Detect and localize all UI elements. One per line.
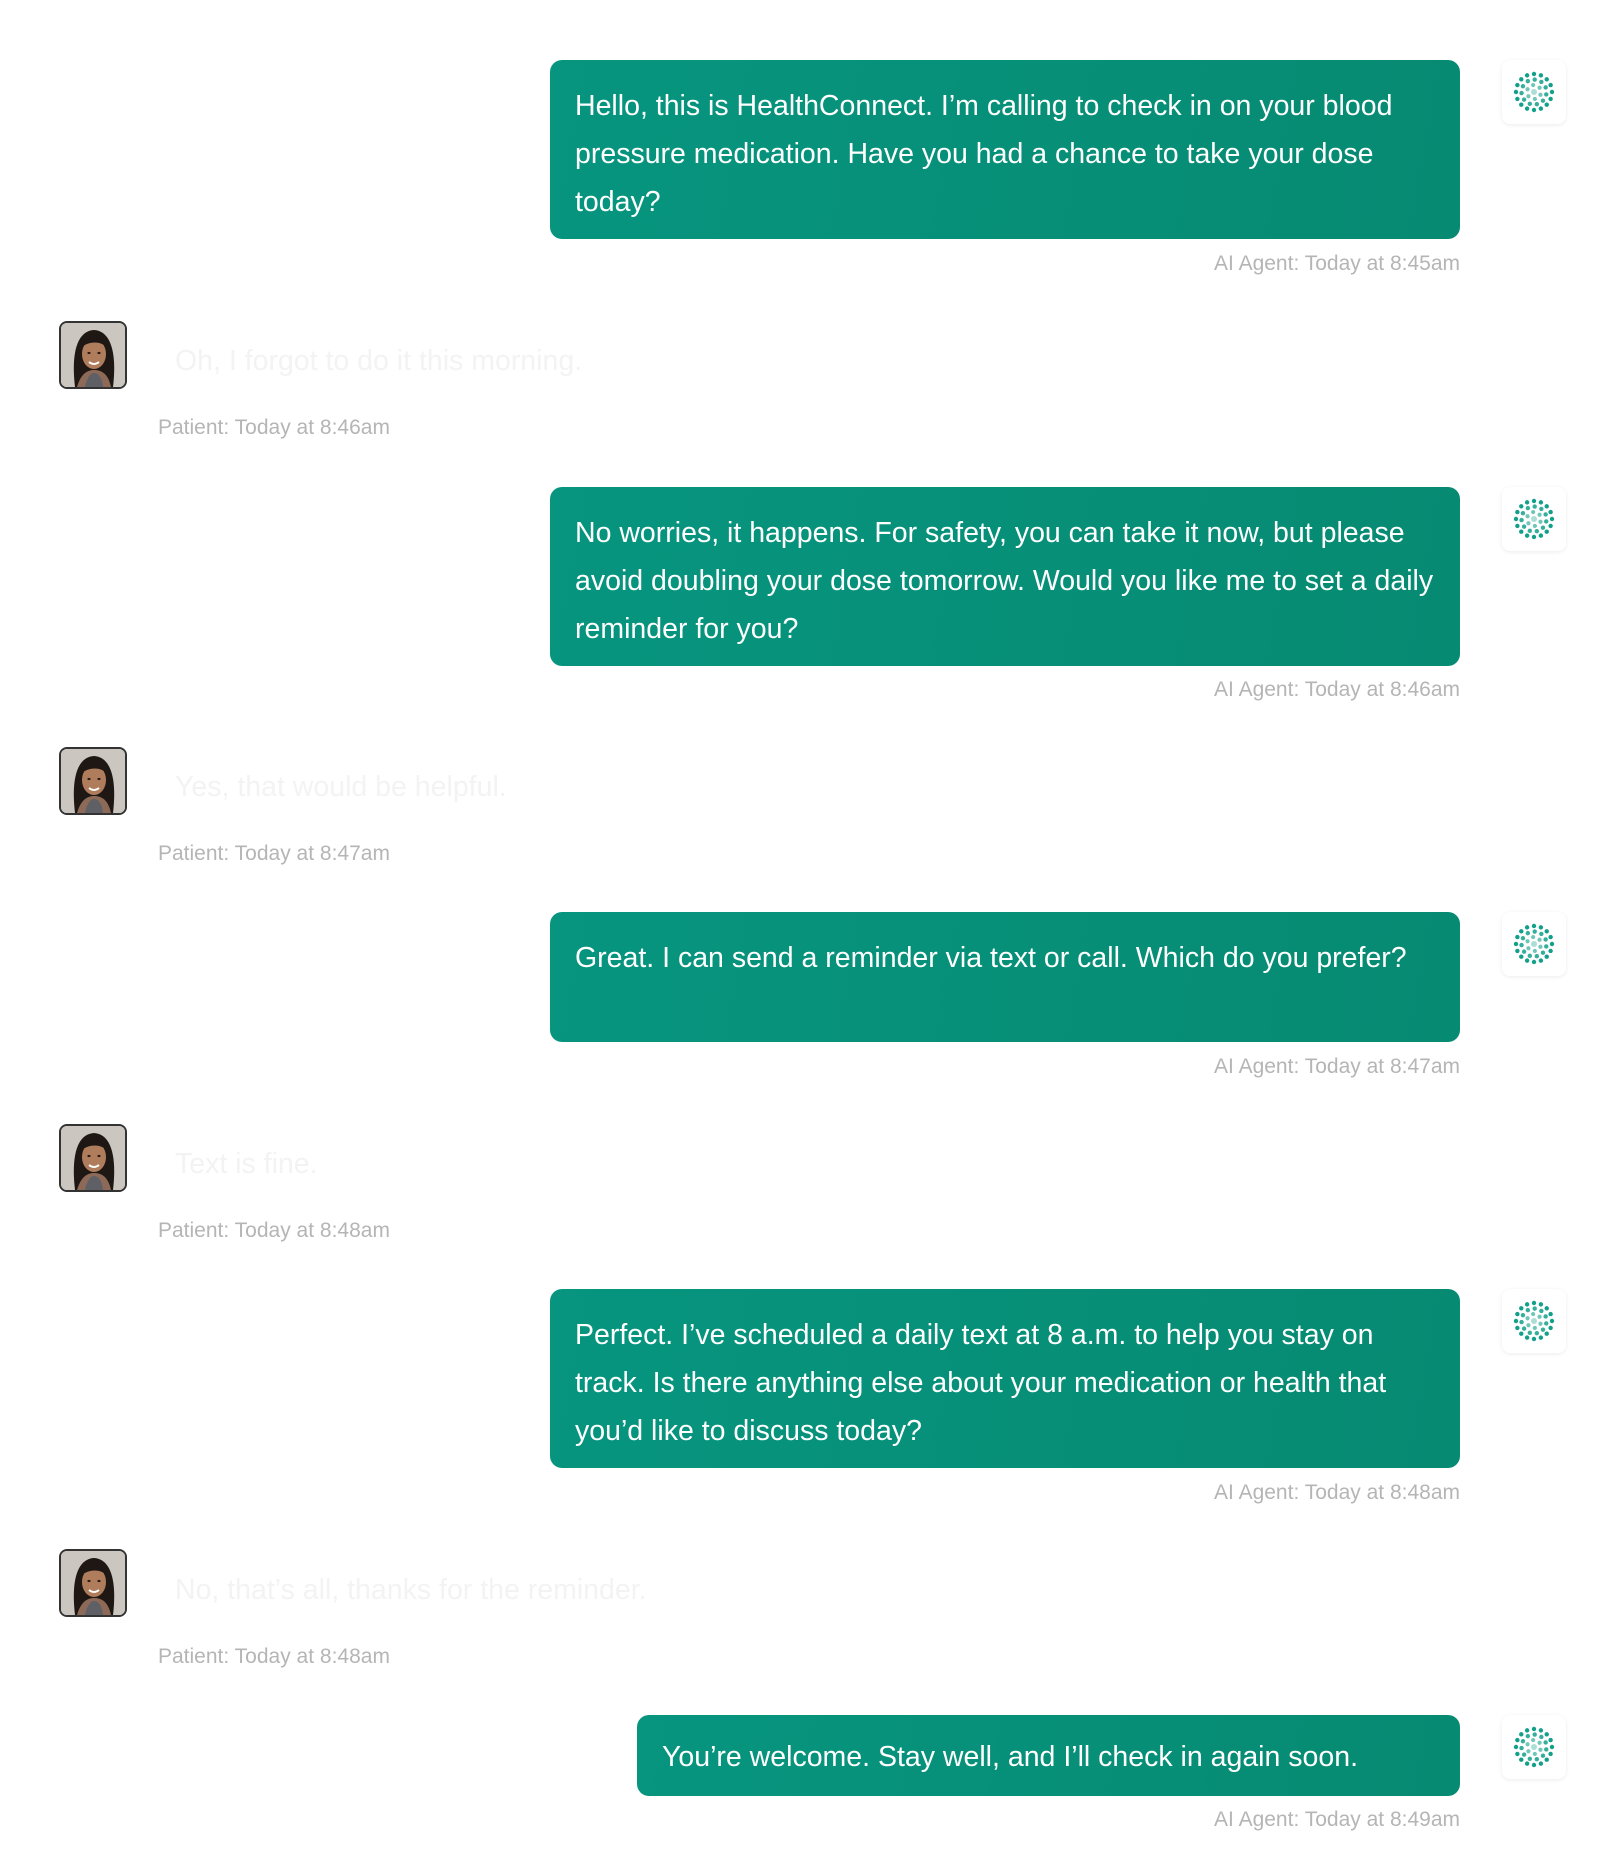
agent-message-bubble: Hello, this is HealthConnect. I’m callin… (550, 60, 1460, 239)
patient-avatar (61, 1126, 125, 1190)
patient-message-timestamp: Patient: Today at 8:48am (158, 1645, 390, 1668)
agent-message-timestamp: AI Agent: Today at 8:47am (1214, 1055, 1460, 1078)
patient-message-text: Yes, that would be helpful. (175, 771, 507, 803)
agent-avatar-icon (1502, 487, 1566, 551)
patient-message-timestamp: Patient: Today at 8:48am (158, 1219, 390, 1242)
agent-message-bubble: Perfect. I’ve scheduled a daily text at … (550, 1289, 1460, 1468)
agent-message-bubble: You’re welcome. Stay well, and I’ll chec… (637, 1715, 1460, 1796)
agent-message-bubble: No worries, it happens. For safety, you … (550, 487, 1460, 666)
agent-avatar-icon (1502, 1715, 1566, 1779)
agent-message-bubble: Great. I can send a reminder via text or… (550, 912, 1460, 1042)
agent-message-timestamp: AI Agent: Today at 8:49am (1214, 1808, 1460, 1831)
agent-message-timestamp: AI Agent: Today at 8:45am (1214, 252, 1460, 275)
patient-message-timestamp: Patient: Today at 8:47am (158, 842, 390, 865)
patient-avatar (61, 323, 125, 387)
agent-avatar-icon (1502, 60, 1566, 124)
agent-avatar-icon (1502, 912, 1566, 976)
agent-message-timestamp: AI Agent: Today at 8:48am (1214, 1481, 1460, 1504)
patient-message-text: Oh, I forgot to do it this morning. (175, 345, 583, 377)
patient-message-text: No, that’s all, thanks for the reminder. (175, 1574, 647, 1606)
patient-message-text: Text is fine. (175, 1148, 318, 1180)
agent-message-timestamp: AI Agent: Today at 8:46am (1214, 678, 1460, 701)
patient-avatar (61, 1551, 125, 1615)
agent-avatar-icon (1502, 1289, 1566, 1353)
patient-message-timestamp: Patient: Today at 8:46am (158, 416, 390, 439)
patient-avatar (61, 749, 125, 813)
